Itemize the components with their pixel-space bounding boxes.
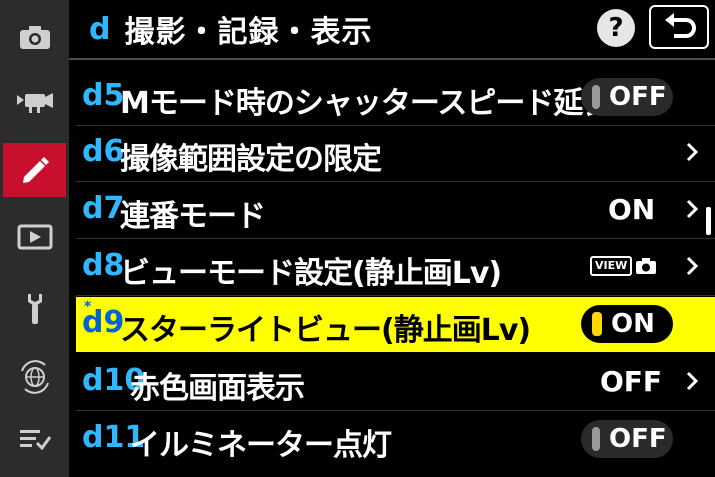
- row-code: d5: [82, 78, 125, 113]
- help-button[interactable]: ?: [597, 9, 635, 47]
- wrench-icon: [27, 294, 42, 324]
- toggle-knob: [592, 427, 600, 451]
- row-label: 連番モード: [120, 199, 266, 234]
- return-icon: [665, 13, 696, 38]
- toggle-switch[interactable]: ON: [581, 305, 673, 343]
- menu-row-d10[interactable]: d10 赤色画面表示 OFF: [76, 355, 715, 411]
- changed-mark: *: [84, 299, 92, 315]
- toggle-value: OFF: [609, 424, 667, 454]
- camera-icon: [19, 26, 50, 49]
- sidebar: [0, 0, 69, 477]
- chevron-right-icon: [686, 371, 699, 391]
- camera-icon: [636, 258, 657, 274]
- scrollbar[interactable]: [706, 207, 711, 235]
- movie-camera-icon: [16, 93, 53, 113]
- toggle-value: ON: [611, 309, 655, 339]
- sidebar-item-my-menu[interactable]: [3, 412, 66, 466]
- row-label: イルミネーター点灯: [130, 428, 392, 463]
- row-code: * d9: [82, 299, 125, 340]
- row-label: ビューモード設定(静止画Lv): [120, 256, 502, 291]
- my-menu-icon: [19, 430, 51, 451]
- menu-row-d8[interactable]: d8 ビューモード設定(静止画Lv) VIEW: [76, 240, 715, 296]
- sidebar-item-playback[interactable]: [3, 210, 66, 264]
- toggle-value: OFF: [609, 82, 667, 112]
- view-label: VIEW: [590, 256, 633, 276]
- row-code: d7: [82, 191, 125, 226]
- network-icon: [20, 360, 49, 394]
- playback-icon: [17, 224, 52, 250]
- pencil-icon: [22, 157, 49, 183]
- menu-row-d5[interactable]: d5 Mモード時のシャッタースピード延長 OFF: [76, 70, 715, 126]
- row-value: OFF: [600, 365, 663, 398]
- toggle-knob: [592, 312, 602, 336]
- row-label: 赤色画面表示: [130, 371, 305, 406]
- menu-row-d7[interactable]: d7 連番モード ON: [76, 183, 715, 239]
- page-title: 撮影・記録・表示: [124, 15, 373, 50]
- view-mode-icon: VIEW: [590, 256, 657, 276]
- sidebar-item-network[interactable]: [3, 350, 66, 404]
- row-code: d8: [82, 248, 125, 283]
- row-label: スターライトビュー(静止画Lv): [120, 313, 531, 348]
- menu-header: d 撮影・記録・表示 ?: [69, 0, 715, 60]
- back-button[interactable]: [649, 5, 709, 49]
- toggle-switch[interactable]: OFF: [581, 78, 673, 116]
- help-icon: ?: [608, 13, 624, 43]
- menu-row-d11[interactable]: d11 イルミネーター点灯 OFF: [76, 412, 715, 467]
- chevron-right-icon: [686, 256, 699, 276]
- menu-row-d9[interactable]: * d9 スターライトビュー(静止画Lv) ON: [76, 297, 715, 352]
- row-value: ON: [608, 193, 656, 226]
- sidebar-item-photo-shooting[interactable]: [3, 10, 66, 64]
- row-code: d6: [82, 134, 125, 169]
- menu-group-letter: d: [89, 11, 111, 47]
- row-label: Mモード時のシャッタースピード延長: [120, 86, 612, 121]
- sidebar-item-custom-settings[interactable]: [3, 143, 66, 197]
- chevron-right-icon: [686, 142, 699, 162]
- toggle-switch[interactable]: OFF: [581, 420, 673, 458]
- sidebar-item-setup[interactable]: [3, 282, 66, 336]
- sidebar-item-movie-recording[interactable]: [3, 74, 66, 128]
- row-label: 撮像範囲設定の限定: [120, 142, 382, 177]
- toggle-knob: [592, 85, 600, 109]
- chevron-right-icon: [686, 199, 699, 219]
- menu-row-d6[interactable]: d6 撮像範囲設定の限定: [76, 126, 715, 182]
